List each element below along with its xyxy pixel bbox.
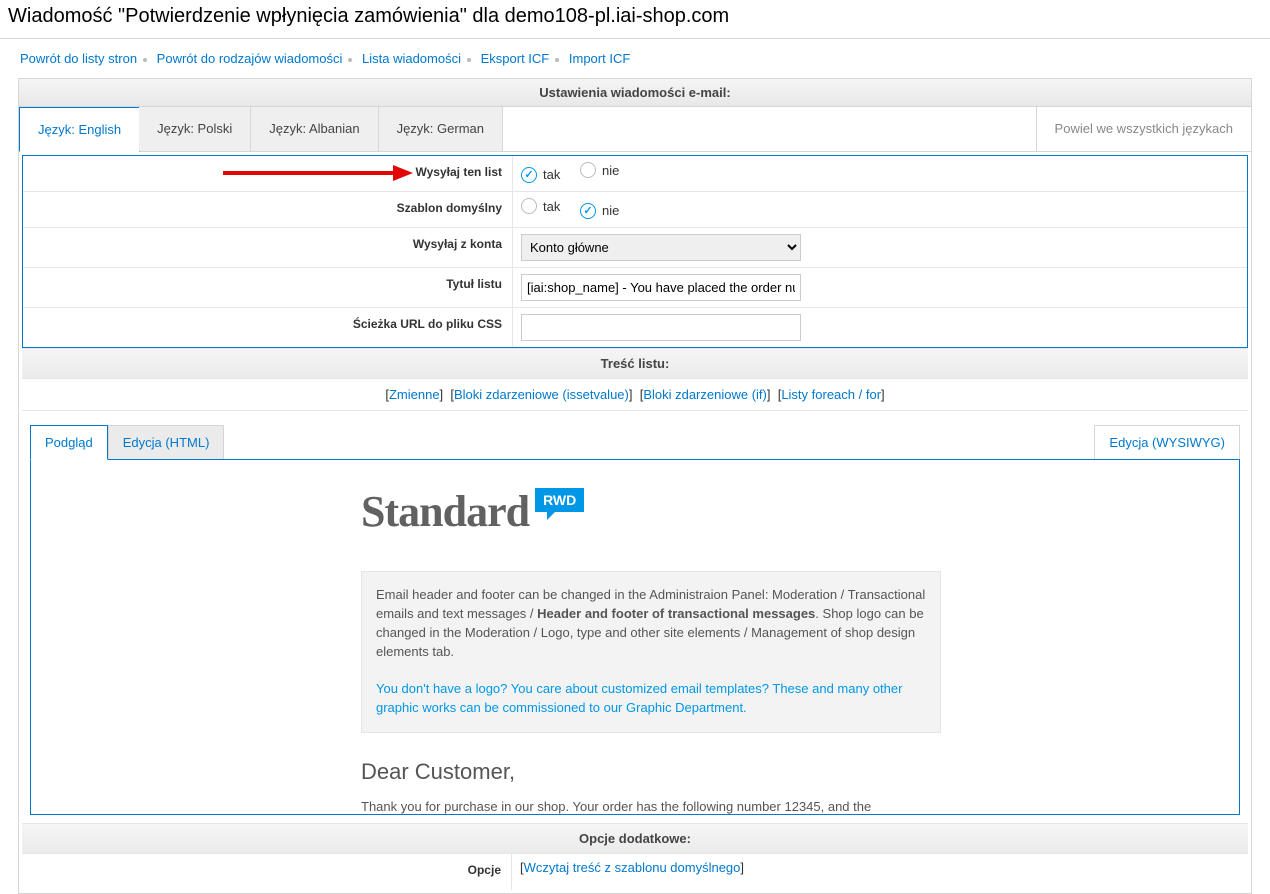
default-template-label: Szablon domyślny <box>23 192 513 227</box>
graphic-dept-link[interactable]: You don't have a logo? You care about cu… <box>376 681 902 715</box>
clone-all-languages[interactable]: Powiel we wszystkich językach <box>1036 107 1251 151</box>
send-no-radio[interactable]: nie <box>580 162 619 178</box>
page-title: Wiadomość "Potwierdzenie wpłynięcia zamó… <box>8 5 1262 28</box>
bc-link-0[interactable]: Powrót do listy stron <box>20 51 137 66</box>
extra-options-header: Opcje dodatkowe: <box>22 823 1248 854</box>
editor-tabs: Podgląd Edycja (HTML) Edycja (WYSIWYG) <box>22 411 1248 459</box>
help-links-bar: [Zmienne] [Bloki zdarzeniowe (issetvalue… <box>22 379 1248 411</box>
help-variables[interactable]: Zmienne <box>389 387 440 402</box>
options-label: Opcje <box>22 854 512 890</box>
tab-lang-polski[interactable]: Język: Polski <box>139 107 251 151</box>
bc-link-3[interactable]: Eksport ICF <box>481 51 550 66</box>
load-default-template-link[interactable]: Wczytaj treść z szablonu domyślnego <box>524 860 741 875</box>
send-yes-radio[interactable]: tak <box>521 167 560 183</box>
tab-lang-albanian[interactable]: Język: Albanian <box>251 107 378 151</box>
letter-title-input[interactable] <box>521 274 801 301</box>
language-tabs: Język: English Język: Polski Język: Alba… <box>19 107 1251 152</box>
account-select[interactable]: Konto główne <box>521 234 801 261</box>
tab-preview[interactable]: Podgląd <box>30 425 108 460</box>
panel-header: Ustawienia wiadomości e-mail: <box>19 79 1251 107</box>
css-url-input[interactable] <box>521 314 801 341</box>
email-greeting: Dear Customer, <box>361 759 909 785</box>
help-if[interactable]: Bloki zdarzeniowe (if) <box>643 387 767 402</box>
rwd-badge-icon: RWD <box>535 488 584 512</box>
send-letter-label: Wysyłaj ten list <box>23 156 513 191</box>
tab-lang-english[interactable]: Język: English <box>19 107 140 152</box>
email-preview: Standard RWD Email header and footer can… <box>30 459 1240 815</box>
bc-link-2[interactable]: Lista wiadomości <box>362 51 461 66</box>
default-no-radio[interactable]: nie <box>580 203 619 219</box>
help-issetvalue[interactable]: Bloki zdarzeniowe (issetvalue) <box>454 387 629 402</box>
tab-html[interactable]: Edycja (HTML) <box>108 425 225 459</box>
body-header: Treść listu: <box>22 348 1248 379</box>
help-foreach[interactable]: Listy foreach / for <box>781 387 881 402</box>
bc-link-4[interactable]: Import ICF <box>569 51 630 66</box>
default-yes-radio[interactable]: tak <box>521 198 560 214</box>
send-account-label: Wysyłaj z konta <box>23 228 513 267</box>
css-url-label: Ścieżka URL do pliku CSS <box>23 308 513 347</box>
info-notice: Email header and footer can be changed i… <box>361 571 941 733</box>
letter-title-label: Tytuł listu <box>23 268 513 307</box>
bc-link-1[interactable]: Powrót do rodzajów wiadomości <box>157 51 343 66</box>
email-body-text: Thank you for purchase in our shop. Your… <box>361 799 909 814</box>
arrow-icon <box>223 166 413 180</box>
tab-lang-german[interactable]: Język: German <box>379 107 503 151</box>
shop-logo: Standard RWD <box>361 486 909 537</box>
tab-wysiwyg[interactable]: Edycja (WYSIWYG) <box>1094 425 1240 459</box>
breadcrumb: Powrót do listy stron Powrót do rodzajów… <box>0 39 1270 78</box>
